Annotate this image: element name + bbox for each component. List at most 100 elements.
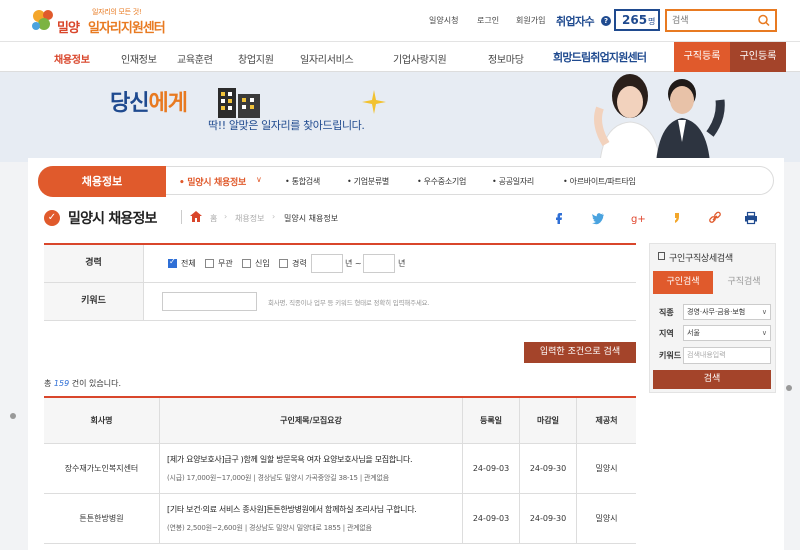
result-total: 총 159 건이 있습니다. [44, 378, 121, 389]
career-exp-label[interactable]: 경력 [292, 258, 307, 269]
career-new-checkbox[interactable] [242, 259, 251, 268]
job-type-select[interactable]: 경영·사무·금융·보험 ∨ [683, 304, 771, 320]
job-seeker-register-button[interactable]: 구직등록 [674, 42, 730, 72]
jobs-count: 265 [622, 13, 648, 27]
signup-link[interactable]: 회원가입 [516, 15, 545, 26]
jobs-unit: 명 [648, 17, 656, 26]
decorative-dot [10, 413, 16, 419]
breadcrumb-home[interactable]: 홈 [210, 213, 217, 224]
nav-job-service[interactable]: 일자리서비스 [300, 51, 354, 66]
career-all-label[interactable]: 전체 [181, 258, 196, 269]
career-exp-checkbox[interactable] [279, 259, 288, 268]
job-title-cell: [기타 보건·의료 서비스 종사원]튼튼한방병원에서 함께하실 조리사님 구합니… [160, 494, 463, 544]
side-keyword-label: 키워드 [659, 351, 682, 360]
print-icon[interactable] [744, 211, 758, 225]
banner: 당신에게 딱!! 알맞은 일자리를 찾아드립니다. [0, 72, 800, 162]
provider: 밀양시 [595, 514, 618, 523]
jobs-count-box: 265 명 [614, 9, 660, 31]
login-link[interactable]: 로그인 [477, 15, 499, 26]
nav-info-plaza[interactable]: 정보마당 [488, 51, 524, 66]
table-row[interactable]: 장수재가노인복지센터 [제가 요양보호사]급구 )함께 일할 방문목욕 여자 요… [44, 444, 636, 494]
tab-seeker-search[interactable]: 구직검색 [714, 271, 774, 294]
nav-startup[interactable]: 창업지원 [238, 51, 274, 66]
career-row: 경력 전체 무관 신입 경력 년 ~ 년 [44, 245, 636, 283]
company-name[interactable]: 튼튼한방병원 [44, 494, 160, 544]
tab-employer-search[interactable]: 구인검색 [653, 271, 713, 294]
table-row[interactable]: 튼튼한방병원 [기타 보건·의료 서비스 종사원]튼튼한방병원에서 함께하실 조… [44, 494, 636, 544]
site-search-input[interactable] [667, 11, 753, 30]
site-search [665, 9, 777, 32]
subnav-item-integrated[interactable]: • 통합검색 [285, 176, 320, 187]
city-hall-link[interactable]: 일양시청 [429, 15, 458, 26]
search-icon[interactable] [756, 13, 772, 28]
chevron-down-icon: ∨ [761, 329, 767, 337]
side-title-text: 구인구직상세검색 [669, 254, 733, 264]
job-meta: (시급) 17,000원~17,000원 | 경상남도 밀양시 가곡중앙길 38… [167, 474, 389, 482]
link-icon[interactable] [708, 211, 722, 225]
col-provider: 제공처 [595, 416, 618, 425]
career-years-from-input[interactable] [311, 254, 343, 273]
subnav-current[interactable]: • 밀양시 채용정보 [179, 175, 246, 188]
side-keyword-input[interactable]: 검색내용입력 [683, 347, 771, 364]
logo-mark-icon [32, 10, 53, 30]
career-years-to-input[interactable] [363, 254, 395, 273]
logo-city: 밀양 [57, 21, 80, 36]
subnav-item-parttime[interactable]: • 아르바이트/파트타임 [563, 176, 636, 187]
sub-nav: 채용정보 • 밀양시 채용정보 ∨ • 통합검색 • 기업분류별 • 우수중소기… [38, 166, 774, 197]
registered-date: 24-09-03 [463, 494, 520, 544]
col-deadline: 마감일 [520, 398, 577, 444]
job-type-label: 직종 [659, 308, 674, 317]
breadcrumb-section[interactable]: 채용정보 [235, 213, 264, 224]
job-table: 회사명 구인제목/모집요강 등록일 마감일 제공처 장수재가노인복지센터 [제가… [44, 396, 636, 544]
search-form: 경력 전체 무관 신입 경력 년 ~ 년 키워드 회사명, 직종이나 업무 등 … [44, 243, 636, 321]
jobs-label: 취업자수 [556, 15, 595, 28]
col-company: 회사명 [44, 398, 160, 444]
job-title-link[interactable]: [제가 요양보호사]급구 )함께 일할 방문목욕 여자 요양보호사님을 모집합니… [167, 454, 413, 465]
job-title-link[interactable]: [기타 보건·의료 서비스 종사원]튼튼한방병원에서 함께하실 조리사님 구합니… [167, 504, 417, 515]
sparkle-icon [362, 90, 386, 114]
breadcrumb-separator: › [272, 212, 276, 221]
table-header: 회사명 구인제목/모집요강 등록일 마감일 제공처 [44, 398, 636, 444]
career-none-label[interactable]: 무관 [218, 258, 233, 269]
nav-job-info[interactable]: 채용정보 [54, 51, 90, 66]
home-icon[interactable] [190, 211, 202, 222]
deadline-date: 24-09-30 [520, 494, 577, 544]
kakao-story-icon[interactable] [670, 211, 684, 225]
nav-training[interactable]: 교육훈련 [177, 51, 213, 66]
chevron-down-icon: ∨ [761, 308, 767, 316]
region-label: 지역 [659, 329, 674, 338]
nav-talent-info[interactable]: 인재정보 [121, 51, 157, 66]
career-new-label[interactable]: 신입 [255, 258, 270, 269]
total-count: 159 [53, 379, 70, 388]
chevron-down-icon[interactable]: ∨ [256, 175, 262, 184]
career-none-checkbox[interactable] [205, 259, 214, 268]
subnav-item-sme[interactable]: • 우수중소기업 [417, 176, 466, 187]
nav-company-support[interactable]: 기업사랑지원 [393, 51, 447, 66]
banner-title-a: 당신 [110, 91, 149, 116]
nav-hope-center[interactable]: 희망드림취업지원센터 [553, 49, 647, 65]
subnav-item-by-company[interactable]: • 기업분류별 [347, 176, 389, 187]
col-title: 구인제목/모집요강 [160, 398, 463, 444]
subnav-main[interactable]: 채용정보 [38, 166, 166, 197]
banner-people-illustration [594, 74, 725, 162]
main-nav: 채용정보 인재정보 교육훈련 창업지원 일자리서비스 기업사랑지원 정보마당 희… [0, 42, 800, 72]
employer-register-button[interactable]: 구인등록 [730, 42, 786, 72]
company-name[interactable]: 장수재가노인복지센터 [44, 444, 160, 494]
deadline-date: 24-09-30 [520, 444, 577, 494]
search-submit-button[interactable]: 입력한 조건으로 검색 [524, 342, 636, 363]
side-search-button[interactable]: 검색 [653, 370, 771, 389]
subnav-item-public[interactable]: • 공공일자리 [492, 176, 534, 187]
logo-title: 일자리지원센터 [88, 21, 166, 36]
keyword-hint: 회사명, 직종이나 업무 등 키워드 형태로 정확히 입력해주세요. [268, 299, 430, 307]
breadcrumb-current: 밀양시 채용정보 [284, 214, 339, 223]
career-all-checkbox[interactable] [168, 257, 177, 268]
facebook-icon[interactable] [552, 211, 566, 225]
col-registered: 등록일 [463, 398, 520, 444]
google-plus-icon[interactable]: g+ [631, 211, 645, 225]
site-logo[interactable]: 일자리의 모든 것! 밀양 일자리지원센터 [30, 4, 180, 36]
info-icon[interactable]: ? [601, 16, 611, 26]
twitter-icon[interactable] [591, 211, 605, 225]
side-search-panel: 구인구직상세검색 구인검색 구직검색 직종 경영·사무·금융·보험 ∨ 지역 서… [649, 243, 776, 393]
region-select[interactable]: 서울 ∨ [683, 325, 771, 341]
keyword-input[interactable] [162, 292, 257, 311]
